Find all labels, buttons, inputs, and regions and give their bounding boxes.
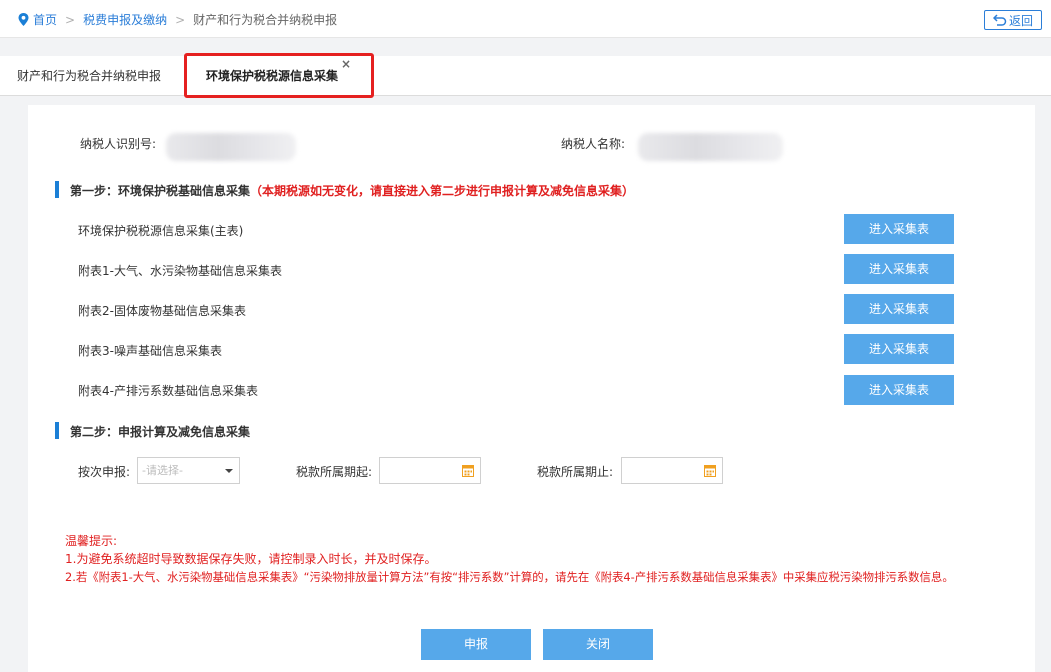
tips-line-2: 2.若《附表1-大气、水污染物基础信息采集表》“污染物排放量计算方法”有按“排污… bbox=[65, 570, 954, 584]
breadcrumb-home[interactable]: 首页 bbox=[33, 11, 57, 28]
submit-button[interactable]: 申报 bbox=[421, 629, 531, 660]
period-start-input[interactable] bbox=[379, 457, 481, 484]
enter-main-form-button[interactable]: 进入采集表 bbox=[844, 214, 954, 244]
collection-row-label: 环境保护税税源信息采集(主表) bbox=[78, 224, 244, 238]
collection-row-label: 附表1-大气、水污染物基础信息采集表 bbox=[78, 264, 282, 278]
back-button-label: 返回 bbox=[1008, 13, 1033, 28]
period-end-input[interactable] bbox=[621, 457, 723, 484]
tab-property-tax[interactable]: 财产和行为税合并纳税申报 bbox=[17, 56, 161, 96]
breadcrumb-separator: > bbox=[65, 12, 76, 27]
enter-appendix1-button[interactable]: 进入采集表 bbox=[844, 254, 954, 284]
close-button[interactable]: 关闭 bbox=[543, 629, 653, 660]
breadcrumb-tax-filing[interactable]: 税费申报及缴纳 bbox=[83, 11, 167, 28]
step1-note: （本期税源如无变化，请直接进入第二步进行申报计算及减免信息采集） bbox=[250, 184, 635, 198]
step1-title: 第一步：环境保护税基础信息采集（本期税源如无变化，请直接进入第二步进行申报计算及… bbox=[55, 181, 635, 199]
tips-heading: 温馨提示: bbox=[65, 534, 118, 548]
collection-row-label: 附表2-固体废物基础信息采集表 bbox=[78, 304, 246, 318]
by-instance-placeholder: -请选择- bbox=[142, 464, 183, 477]
breadcrumb-separator: > bbox=[175, 12, 186, 27]
period-end-label: 税款所属期止: bbox=[537, 465, 614, 479]
collection-row-label: 附表3-噪声基础信息采集表 bbox=[78, 344, 222, 358]
tab-highlight-annotation bbox=[184, 53, 374, 98]
taxpayer-id-label: 纳税人识别号: bbox=[80, 137, 157, 151]
location-pin-icon bbox=[18, 13, 29, 26]
taxpayer-name-value-redacted bbox=[638, 133, 783, 161]
calendar-icon[interactable] bbox=[462, 464, 474, 477]
step2-title: 第二步：申报计算及减免信息采集 bbox=[55, 422, 250, 440]
taxpayer-name-label: 纳税人名称: bbox=[561, 137, 626, 151]
period-start-label: 税款所属期起: bbox=[296, 465, 373, 479]
tab-bar: 财产和行为税合并纳税申报 环境保护税税源信息采集 × bbox=[0, 56, 1051, 96]
back-button[interactable]: 返回 bbox=[984, 10, 1042, 30]
tips-line-1: 1.为避免系统超时导致数据保存失败，请控制录入时长，并及时保存。 bbox=[65, 552, 437, 566]
breadcrumb-current: 财产和行为税合并纳税申报 bbox=[193, 13, 338, 27]
return-icon bbox=[992, 14, 1007, 26]
step1-title-text: 第一步：环境保护税基础信息采集 bbox=[70, 184, 251, 198]
enter-appendix4-button[interactable]: 进入采集表 bbox=[844, 375, 954, 405]
taxpayer-id-value-redacted bbox=[166, 133, 296, 161]
enter-appendix2-button[interactable]: 进入采集表 bbox=[844, 294, 954, 324]
by-instance-select[interactable]: -请选择- bbox=[137, 457, 240, 484]
collection-row-label: 附表4-产排污系数基础信息采集表 bbox=[78, 384, 258, 398]
top-bar: 首页 > 税费申报及缴纳 > 财产和行为税合并纳税申报 返回 bbox=[0, 0, 1051, 38]
enter-appendix3-button[interactable]: 进入采集表 bbox=[844, 334, 954, 364]
breadcrumb: 首页 > 税费申报及缴纳 > 财产和行为税合并纳税申报 bbox=[18, 11, 337, 28]
by-instance-label: 按次申报: bbox=[78, 465, 131, 479]
chevron-down-icon bbox=[225, 469, 233, 473]
main-content: 纳税人识别号: 纳税人名称: 第一步：环境保护税基础信息采集（本期税源如无变化，… bbox=[28, 105, 1035, 672]
calendar-icon[interactable] bbox=[704, 464, 716, 477]
